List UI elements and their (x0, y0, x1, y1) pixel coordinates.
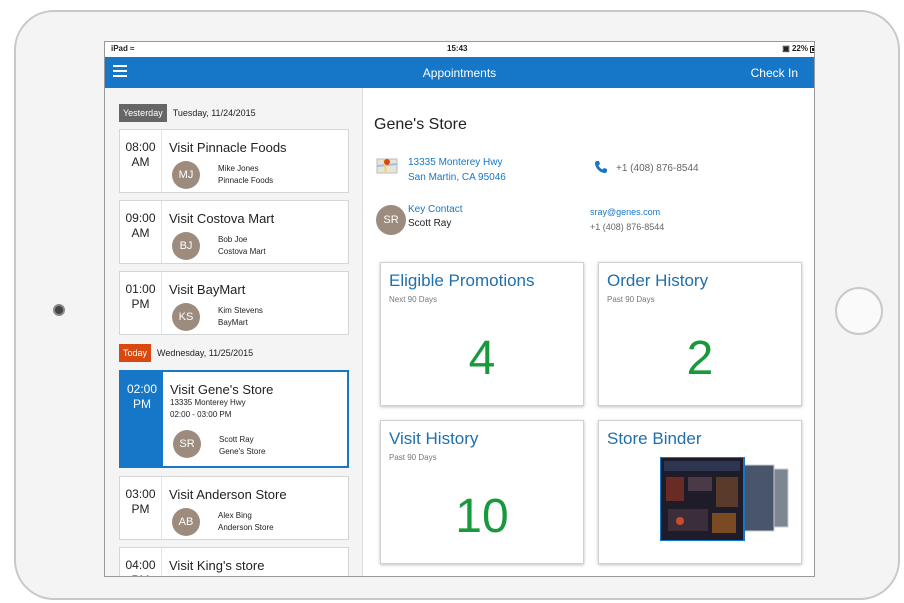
tile-order-history[interactable]: Order History Past 90 Days 2 (598, 262, 802, 406)
tile-subtitle: Past 90 Days (607, 295, 655, 304)
appointment-item[interactable]: 09:00 AM Visit Costova Mart BJ Bob Joe Cos… (119, 200, 349, 264)
tile-title: Visit History (389, 429, 479, 448)
tile-subtitle: Next 90 Days (389, 295, 438, 304)
appointment-time: 01:00 PM (120, 272, 162, 334)
airplay-icon: ▣ (782, 44, 790, 53)
appointment-time: 03:00 PM (120, 477, 162, 539)
appointment-title: Visit Costova Mart (169, 211, 275, 226)
day-date: Tuesday, 11/24/2015 (172, 108, 256, 118)
check-in-button[interactable]: Check In (751, 66, 798, 80)
day-date: Wednesday, 11/25/2015 (157, 348, 254, 358)
appointment-title: Visit King's store (169, 558, 265, 573)
appointment-time: 08:00 AM (120, 130, 162, 192)
appointment-item[interactable]: 01:00 PM Visit BayMart KS Kim Stevens BayM… (119, 271, 349, 335)
day-tag: Today (119, 344, 152, 362)
battery-icon (810, 46, 814, 53)
contact-info: Kim Stevens BayMart (218, 306, 263, 327)
tile-value: 4 (468, 332, 496, 385)
tile-visit-history[interactable]: Visit History Past 90 Days 10 (380, 420, 584, 564)
appointment-time: 02:00 PM (121, 372, 163, 466)
home-button[interactable] (835, 287, 883, 335)
status-time: 15:43 (447, 44, 468, 53)
store-detail: Gene's Store 13335 Monterey Hwy San Marti… (364, 88, 814, 576)
tile-value: 10 (455, 490, 509, 543)
tile-eligible-promotions[interactable]: Eligible Promotions Next 90 Days 4 (380, 262, 584, 406)
store-title: Gene's Store (374, 116, 467, 133)
appointment-item[interactable]: 08:00 AM Visit Pinnacle Foods MJ Mike Jon… (119, 129, 349, 193)
appointment-title: Visit Anderson Store (169, 487, 287, 502)
contact-info: Bob Joe Costova Mart (218, 235, 266, 256)
nav-title: Appointments (422, 66, 497, 80)
store-binder-thumbnail (660, 457, 789, 541)
device-label: iPad ≈ (111, 44, 135, 53)
camera-icon (53, 304, 65, 316)
tile-title: Order History (607, 271, 709, 290)
contact-phone[interactable]: +1 (408) 876-8544 (590, 222, 664, 232)
avatar: KS (172, 303, 200, 331)
appointment-time: 09:00 AM (120, 201, 162, 263)
day-header: Today Wednesday, 11/25/2015 (119, 344, 253, 362)
appointment-item[interactable]: 03:00 PM Visit Anderson Store AB Alex Bin… (119, 476, 349, 540)
store-address-link[interactable]: 13335 Monterey Hwy San Martin, CA 95046 (408, 155, 506, 185)
appointment-title: Visit Gene's Store (170, 382, 274, 397)
contact-info: Alex Bing Anderson Store (218, 511, 274, 532)
appointment-time: 04:00PM (120, 548, 162, 576)
appointment-time-range: 02:00 - 03:00 PM (170, 410, 232, 419)
tile-title: Store Binder (607, 429, 702, 448)
appointment-list[interactable]: Yesterday Tuesday, 11/24/2015 08:00 AM Vis… (105, 88, 363, 576)
tile-subtitle: Past 90 Days (389, 453, 437, 462)
appointment-title: Visit Pinnacle Foods (169, 140, 287, 155)
battery-status: ▣ 22% (782, 44, 814, 53)
avatar: SR (173, 430, 201, 458)
tile-title: Eligible Promotions (389, 271, 535, 290)
day-tag: Yesterday (119, 104, 167, 122)
tile-store-binder[interactable]: Store Binder (598, 420, 802, 564)
appointment-item[interactable]: 04:00PM Visit King's store (119, 547, 349, 576)
wifi-icon: ≈ (130, 44, 135, 53)
avatar: BJ (172, 232, 200, 260)
appointment-title: Visit BayMart (169, 282, 246, 297)
contact-email-link[interactable]: sray@genes.com (590, 207, 660, 217)
contact-name: Scott Ray (408, 218, 452, 229)
phone-icon (595, 161, 607, 173)
contact-info: Mike Jones Pinnacle Foods (218, 164, 274, 185)
appointment-address: 13335 Monterey Hwy (170, 398, 246, 407)
avatar: MJ (172, 161, 200, 189)
screen: iPad ≈ 15:43 ▣ 22% Appointments Check In… (104, 41, 815, 577)
status-bar: iPad ≈ 15:43 ▣ 22% (105, 42, 814, 57)
contact-info: Scott Ray Gene's Store (219, 435, 266, 456)
contact-avatar: SR (376, 205, 406, 235)
day-header: Yesterday Tuesday, 11/24/2015 (119, 104, 256, 122)
key-contact-link[interactable]: Key Contact (408, 204, 462, 215)
avatar: AB (172, 508, 200, 536)
appointment-item-selected[interactable]: 02:00 PM Visit Gene's Store 13335 Montere… (119, 370, 349, 468)
map-icon (376, 158, 398, 174)
tile-value: 2 (686, 332, 714, 385)
nav-bar: Appointments Check In (105, 57, 814, 88)
store-phone[interactable]: +1 (408) 876-8544 (616, 163, 699, 174)
